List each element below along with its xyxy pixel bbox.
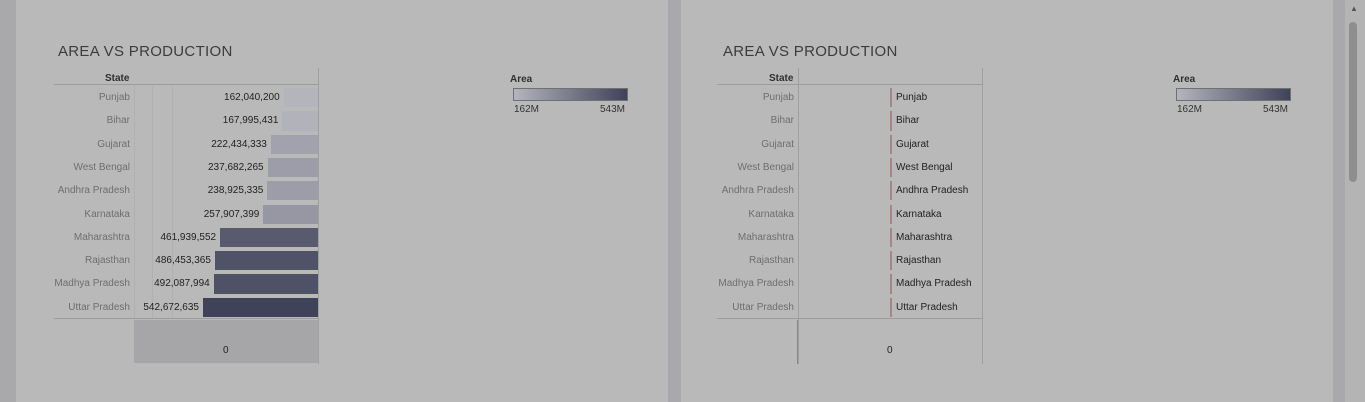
bar-value-label: 167,995,431 (222, 115, 279, 127)
state-label: Madhya Pradesh (718, 278, 794, 290)
state-label: West Bengal (737, 161, 794, 173)
state-label: Karnataka (84, 208, 130, 220)
legend-max-label: 543M (600, 104, 626, 115)
lower-axis-zero-label-2: 0 (887, 345, 893, 356)
state-name-mark: Punjab (896, 92, 928, 103)
row-marker[interactable] (890, 251, 892, 271)
state-label: Maharashtra (73, 231, 130, 243)
chart-title-2: AREA VS PRODUCTION (723, 43, 898, 60)
gridline-2 (134, 86, 135, 318)
chart-title: AREA VS PRODUCTION (58, 43, 233, 60)
lower-axis-zero-label: 0 (223, 345, 229, 356)
row-marker[interactable] (890, 134, 892, 154)
state-label: Gujarat (97, 138, 130, 150)
bar-value-label: 486,453,365 (155, 255, 211, 267)
row-marker[interactable] (890, 88, 892, 108)
bar-value-label: 162,040,200 (224, 92, 280, 103)
chart-panel-right: AREA VS PRODUCTION State 0 Punjab Punjab B… (681, 0, 1333, 402)
bar-value-label: 238,925,335 (207, 185, 264, 197)
state-label: Punjab (98, 92, 130, 103)
state-name-mark: Gujarat (896, 138, 929, 150)
state-label: Punjab (762, 92, 794, 103)
legend-color-ramp (513, 88, 628, 101)
bar-value-label: 492,087,994 (154, 278, 210, 290)
bar[interactable] (283, 88, 318, 108)
state-label: Andhra Pradesh (57, 185, 130, 197)
bar-value-label: 461,939,552 (160, 231, 217, 243)
bar-value-label: 257,907,399 (203, 208, 260, 220)
row-marker[interactable] (890, 227, 892, 248)
state-name-mark: Rajasthan (896, 255, 942, 267)
gridline-1 (152, 86, 153, 318)
state-label: Bihar (770, 115, 794, 127)
bar-value-label: 542,672,635 (143, 301, 199, 313)
chart-panel-left: AREA VS PRODUCTION State 0 Punjab 162,040… (16, 0, 668, 402)
chart-right-border (318, 68, 319, 364)
row-marker[interactable] (890, 111, 892, 131)
state-label: Gujarat (761, 138, 794, 150)
state-label: Rajasthan (748, 255, 794, 267)
state-label: Karnataka (748, 208, 794, 220)
header-divider (54, 84, 318, 85)
bar[interactable] (282, 111, 318, 131)
state-column-header-2: State (769, 73, 794, 84)
legend-min-label: 162M (514, 104, 540, 115)
bar[interactable] (220, 227, 318, 248)
state-label: Maharashtra (737, 231, 794, 243)
legend-title-2: Area (1173, 74, 1196, 85)
state-name-mark: Maharashtra (896, 231, 953, 243)
legend-min-label-2: 162M (1177, 104, 1203, 115)
header-divider-2 (717, 84, 983, 85)
bar[interactable] (267, 157, 318, 178)
row-marker[interactable] (890, 297, 892, 317)
bar[interactable] (203, 297, 318, 317)
bar[interactable] (263, 204, 318, 224)
state-name-mark: Uttar Pradesh (896, 301, 958, 313)
bar[interactable] (270, 134, 318, 154)
scrollbar-thumb[interactable] (1349, 22, 1357, 182)
row-marker[interactable] (890, 204, 892, 224)
row-marker[interactable] (890, 274, 892, 294)
chart-right-border-2 (982, 68, 983, 364)
column-divider-2 (798, 68, 799, 364)
state-label: Andhra Pradesh (721, 185, 794, 197)
bar[interactable] (267, 181, 318, 201)
state-label: West Bengal (73, 161, 130, 173)
state-name-mark: Madhya Pradesh (896, 278, 972, 290)
state-column-header: State (105, 73, 130, 84)
state-label: Rajasthan (84, 255, 130, 267)
lower-axis-box (134, 320, 318, 363)
legend-title: Area (510, 74, 533, 85)
lower-axis-line-2 (797, 320, 798, 364)
bar[interactable] (213, 274, 318, 294)
state-name-mark: Andhra Pradesh (896, 185, 969, 197)
bar-value-label: 237,682,265 (208, 161, 264, 173)
state-name-mark: Bihar (896, 115, 920, 127)
state-label: Bihar (106, 115, 130, 127)
row-marker[interactable] (890, 181, 892, 201)
legend-color-ramp-2 (1176, 88, 1291, 101)
state-label: Uttar Pradesh (68, 301, 130, 313)
bar[interactable] (214, 251, 318, 271)
state-label: Madhya Pradesh (54, 278, 130, 290)
scroll-up-icon[interactable]: ▲ (1350, 4, 1358, 13)
bar-value-label: 222,434,333 (211, 138, 267, 150)
state-name-mark: Karnataka (896, 208, 942, 220)
state-label: Uttar Pradesh (732, 301, 794, 313)
rows-bottom-divider (54, 318, 318, 319)
rows-bottom-divider-2 (717, 318, 983, 319)
state-name-mark: West Bengal (896, 161, 953, 173)
row-marker[interactable] (890, 157, 892, 178)
legend-max-label-2: 543M (1263, 104, 1289, 115)
